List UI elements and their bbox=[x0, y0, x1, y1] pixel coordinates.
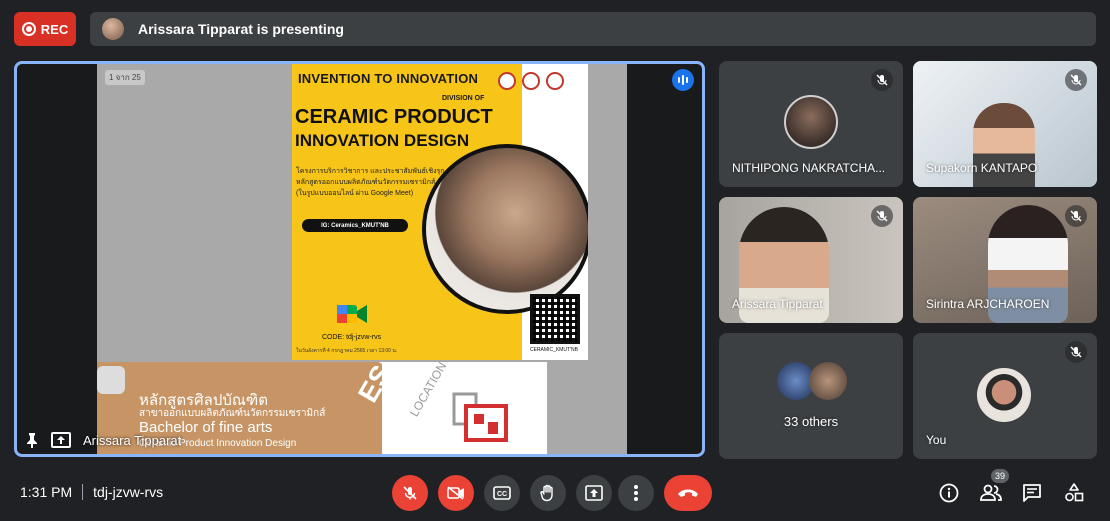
self-tile[interactable]: You bbox=[913, 333, 1097, 459]
avatar bbox=[784, 95, 838, 149]
info-icon bbox=[939, 483, 959, 503]
meeting-code: tdj-jzvw-rvs bbox=[93, 484, 164, 500]
participant-name: Supakorn KANTAPO bbox=[926, 161, 1038, 175]
hand-icon bbox=[540, 484, 553, 502]
participant-name: Arissara Tipparat bbox=[732, 297, 823, 311]
participant-name: Sirintra ARJCHAROEN bbox=[926, 297, 1050, 311]
people-count-badge: 39 bbox=[991, 469, 1009, 483]
present-screen-icon bbox=[585, 485, 603, 501]
leave-call-button[interactable] bbox=[664, 475, 712, 511]
divider bbox=[82, 484, 84, 500]
presenter-name: Arissara Tipparat bbox=[83, 432, 182, 448]
activities-button[interactable] bbox=[1062, 481, 1086, 505]
people-button[interactable] bbox=[979, 481, 1003, 505]
mic-off-icon bbox=[1065, 69, 1087, 91]
qr-label: CERAMIC_KMUT'NB bbox=[530, 347, 578, 353]
meet-window: REC Arissara Tipparat is presenting 1 จา… bbox=[0, 0, 1110, 521]
slide-thai-text: โครงการบริการวิชาการ และประชาสัมพันธ์เชิ… bbox=[296, 168, 445, 197]
mic-off-icon bbox=[403, 486, 417, 500]
qr-code bbox=[530, 294, 580, 344]
present-screen-icon bbox=[51, 432, 71, 448]
slide-date: ในวันอังคารที่ 4 กรกฎาคม 2565 เวลา 13:00… bbox=[296, 348, 398, 354]
camera-off-icon bbox=[447, 486, 464, 500]
meeting-info: 1:31 PM tdj-jzvw-rvs bbox=[20, 484, 163, 500]
mic-off-icon bbox=[871, 205, 893, 227]
slide-poster: INVENTION TO INNOVATION DIVISION OF CERA… bbox=[292, 64, 588, 360]
google-meet-icon bbox=[337, 305, 367, 323]
avatar bbox=[809, 362, 847, 400]
chat-icon bbox=[1023, 484, 1041, 502]
participant-tile[interactable]: Sirintra ARJCHAROEN bbox=[913, 197, 1097, 323]
others-tile[interactable]: 33 others bbox=[719, 333, 903, 459]
activities-icon bbox=[1065, 483, 1084, 502]
pin-icon[interactable] bbox=[25, 432, 39, 448]
slide-photo bbox=[422, 144, 588, 314]
avatar bbox=[977, 368, 1031, 422]
slide-title-main-1: CERAMIC PRODUCT bbox=[295, 106, 493, 128]
captions-icon: CC bbox=[493, 486, 511, 500]
participant-name: NITHIPONG NAKRATCHA... bbox=[732, 161, 886, 175]
raise-hand-button[interactable] bbox=[530, 475, 566, 511]
stage-footer: Arissara Tipparat bbox=[25, 432, 181, 448]
chat-button[interactable] bbox=[1020, 481, 1044, 505]
mic-toggle-button[interactable] bbox=[392, 475, 428, 511]
mic-off-icon bbox=[1065, 205, 1087, 227]
clock: 1:31 PM bbox=[20, 484, 73, 500]
participant-tile[interactable]: Arissara Tipparat bbox=[719, 197, 903, 323]
mic-off-icon bbox=[871, 69, 893, 91]
shared-screen: 1 จาก 25 INVENTION TO INNOVATION DIVISIO… bbox=[97, 64, 627, 454]
participant-tile[interactable]: NITHIPONG NAKRATCHA... bbox=[719, 61, 903, 187]
presenter-avatar bbox=[102, 18, 124, 40]
brand-logo bbox=[452, 392, 508, 442]
slide-division: DIVISION OF bbox=[442, 95, 485, 102]
hang-up-icon bbox=[678, 489, 698, 497]
meeting-details-button[interactable] bbox=[937, 481, 961, 505]
mic-off-icon bbox=[1065, 341, 1087, 363]
slide-title-top: INVENTION TO INNOVATION bbox=[298, 71, 479, 86]
slide2-location: LOCATION bbox=[407, 362, 450, 419]
svg-text:CC: CC bbox=[497, 491, 507, 498]
captions-button[interactable]: CC bbox=[484, 475, 520, 511]
rec-label: REC bbox=[40, 21, 69, 37]
people-icon bbox=[980, 484, 1002, 501]
rec-button[interactable]: REC bbox=[14, 12, 76, 46]
slide-ig-pill: IG: Ceramics_KMUT'NB bbox=[302, 219, 408, 232]
slide-code: CODE: tdj-jzvw-rvs bbox=[322, 334, 382, 341]
participant-tile[interactable]: Supakorn KANTAPO bbox=[913, 61, 1097, 187]
slide-logos bbox=[498, 72, 564, 90]
speaking-indicator-icon bbox=[672, 69, 694, 91]
participant-name: You bbox=[926, 433, 947, 447]
presenting-text: Arissara Tipparat is presenting bbox=[138, 21, 344, 37]
more-options-button[interactable] bbox=[618, 475, 654, 511]
presentation-stage[interactable]: 1 จาก 25 INVENTION TO INNOVATION DIVISIO… bbox=[14, 61, 705, 457]
present-now-button[interactable] bbox=[576, 475, 612, 511]
more-vert-icon bbox=[634, 485, 638, 501]
presenting-banner: Arissara Tipparat is presenting bbox=[90, 12, 1096, 46]
page-indicator: 1 จาก 25 bbox=[105, 70, 145, 85]
record-icon bbox=[21, 22, 36, 36]
others-count: 33 others bbox=[783, 414, 839, 429]
camera-toggle-button[interactable] bbox=[438, 475, 474, 511]
slide-title-main-2: INNOVATION DESIGN bbox=[295, 131, 470, 150]
